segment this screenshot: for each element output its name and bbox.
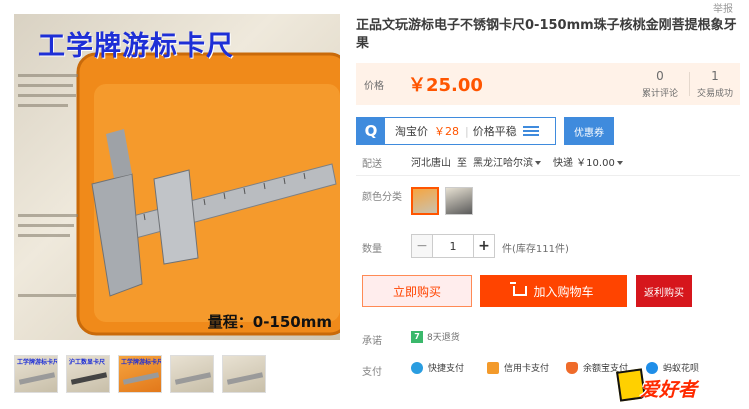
payment-label: 支付 [362, 367, 382, 378]
huabei-icon [646, 361, 658, 374]
price-trend: 价格平稳 [472, 125, 517, 138]
report-link[interactable]: 举报 [713, 0, 733, 15]
chevron-down-icon [616, 161, 623, 165]
price-label: 价格 [364, 81, 384, 92]
add-to-cart-label: 加入购物车 [533, 284, 594, 299]
price-panel: 价格 ￥25.00 0 累计评论 1 交易成功 [356, 63, 740, 105]
sales-stat: 1 交易成功 [689, 69, 741, 99]
yuebao-icon [566, 361, 578, 374]
color-swatch-1[interactable] [411, 187, 439, 215]
taobao-price-widget[interactable]: Q 淘宝价 ￥28 | 价格平稳 [356, 117, 556, 145]
delivery-to-word: 至 [457, 158, 467, 169]
menu-icon[interactable] [522, 126, 539, 136]
shipping-select[interactable]: 快递 ￥10.00 [553, 154, 623, 169]
thumbnail-label: 工学牌游标卡尺 [17, 359, 58, 366]
divider [356, 175, 740, 176]
image-banner-text: 工学牌游标卡尺 [38, 31, 234, 62]
image-range-text: 量程：0-150mm [207, 313, 332, 331]
stock-info: 件(库存111件) [502, 244, 569, 255]
delivery-info: 河北唐山 至 黑龙江哈尔滨 快递 ￥10.00 [411, 154, 623, 169]
taobao-price-label: 淘宝价 [395, 125, 428, 138]
reviews-label: 累计评论 [641, 89, 678, 99]
thumbnail-strip: 工学牌游标卡尺 沪工数显卡尺 工学牌游标卡尺 [14, 355, 266, 393]
promise-label: 承诺 [362, 336, 382, 347]
thumbnail-4[interactable] [170, 355, 214, 393]
thumbnail-label: 工学牌游标卡尺 [121, 359, 162, 366]
payment-method-huabei: 蚂蚁花呗 [646, 361, 699, 374]
color-swatch-2[interactable] [445, 187, 473, 215]
thumbnail-3[interactable]: 工学牌游标卡尺 [118, 355, 162, 393]
taobao-logo-icon: Q [357, 118, 385, 144]
payment-method-quick: 快捷支付 [411, 361, 464, 374]
quantity-input[interactable] [433, 234, 473, 258]
watermark-text: 爱好者 [640, 379, 698, 401]
sales-count: 1 [711, 69, 719, 83]
return-promise-text: 8天退货 [427, 333, 460, 343]
delivery-from: 河北唐山 [411, 158, 451, 169]
add-to-cart-button[interactable]: 加入购物车 [480, 275, 627, 307]
reviews-stat[interactable]: 0 累计评论 [634, 69, 686, 99]
quantity-increase-button[interactable]: + [473, 234, 495, 258]
taobao-price-value: ￥28 [434, 125, 459, 138]
credit-card-icon [487, 361, 499, 374]
cart-icon [510, 282, 528, 296]
price-value: ￥25.00 [408, 75, 483, 96]
thumbnail-5[interactable] [222, 355, 266, 393]
thumbnail-1[interactable]: 工学牌游标卡尺 [14, 355, 58, 393]
quick-pay-icon [411, 361, 423, 374]
thumbnail-label: 沪工数显卡尺 [69, 359, 106, 366]
chevron-down-icon [535, 161, 541, 165]
product-title: 正品文玩游标电子不锈钢卡尺0-150mm珠子核桃金刚菩提根象牙果 [356, 18, 737, 51]
main-product-image[interactable]: 工学牌游标卡尺 量程：0-150mm [14, 14, 340, 340]
sales-label: 交易成功 [696, 89, 733, 99]
separator: | [465, 124, 469, 138]
reviews-count: 0 [656, 69, 664, 83]
quantity-label: 数量 [362, 244, 382, 255]
thumbnail-2[interactable]: 沪工数显卡尺 [66, 355, 110, 393]
color-label: 颜色分类 [362, 192, 402, 203]
payment-method-credit: 信用卡支付 [487, 361, 549, 374]
quantity-decrease-button[interactable]: − [411, 234, 433, 258]
return-promise[interactable]: 7 8天退货 [411, 330, 460, 343]
buy-now-button[interactable]: 立即购买 [362, 275, 472, 307]
delivery-destination-select[interactable]: 黑龙江哈尔滨 [473, 154, 541, 169]
seven-day-return-icon: 7 [411, 330, 423, 343]
coupon-button[interactable]: 优惠券 [564, 117, 614, 145]
cashback-button[interactable]: 返利购买 [636, 275, 692, 307]
delivery-label: 配送 [362, 159, 382, 170]
